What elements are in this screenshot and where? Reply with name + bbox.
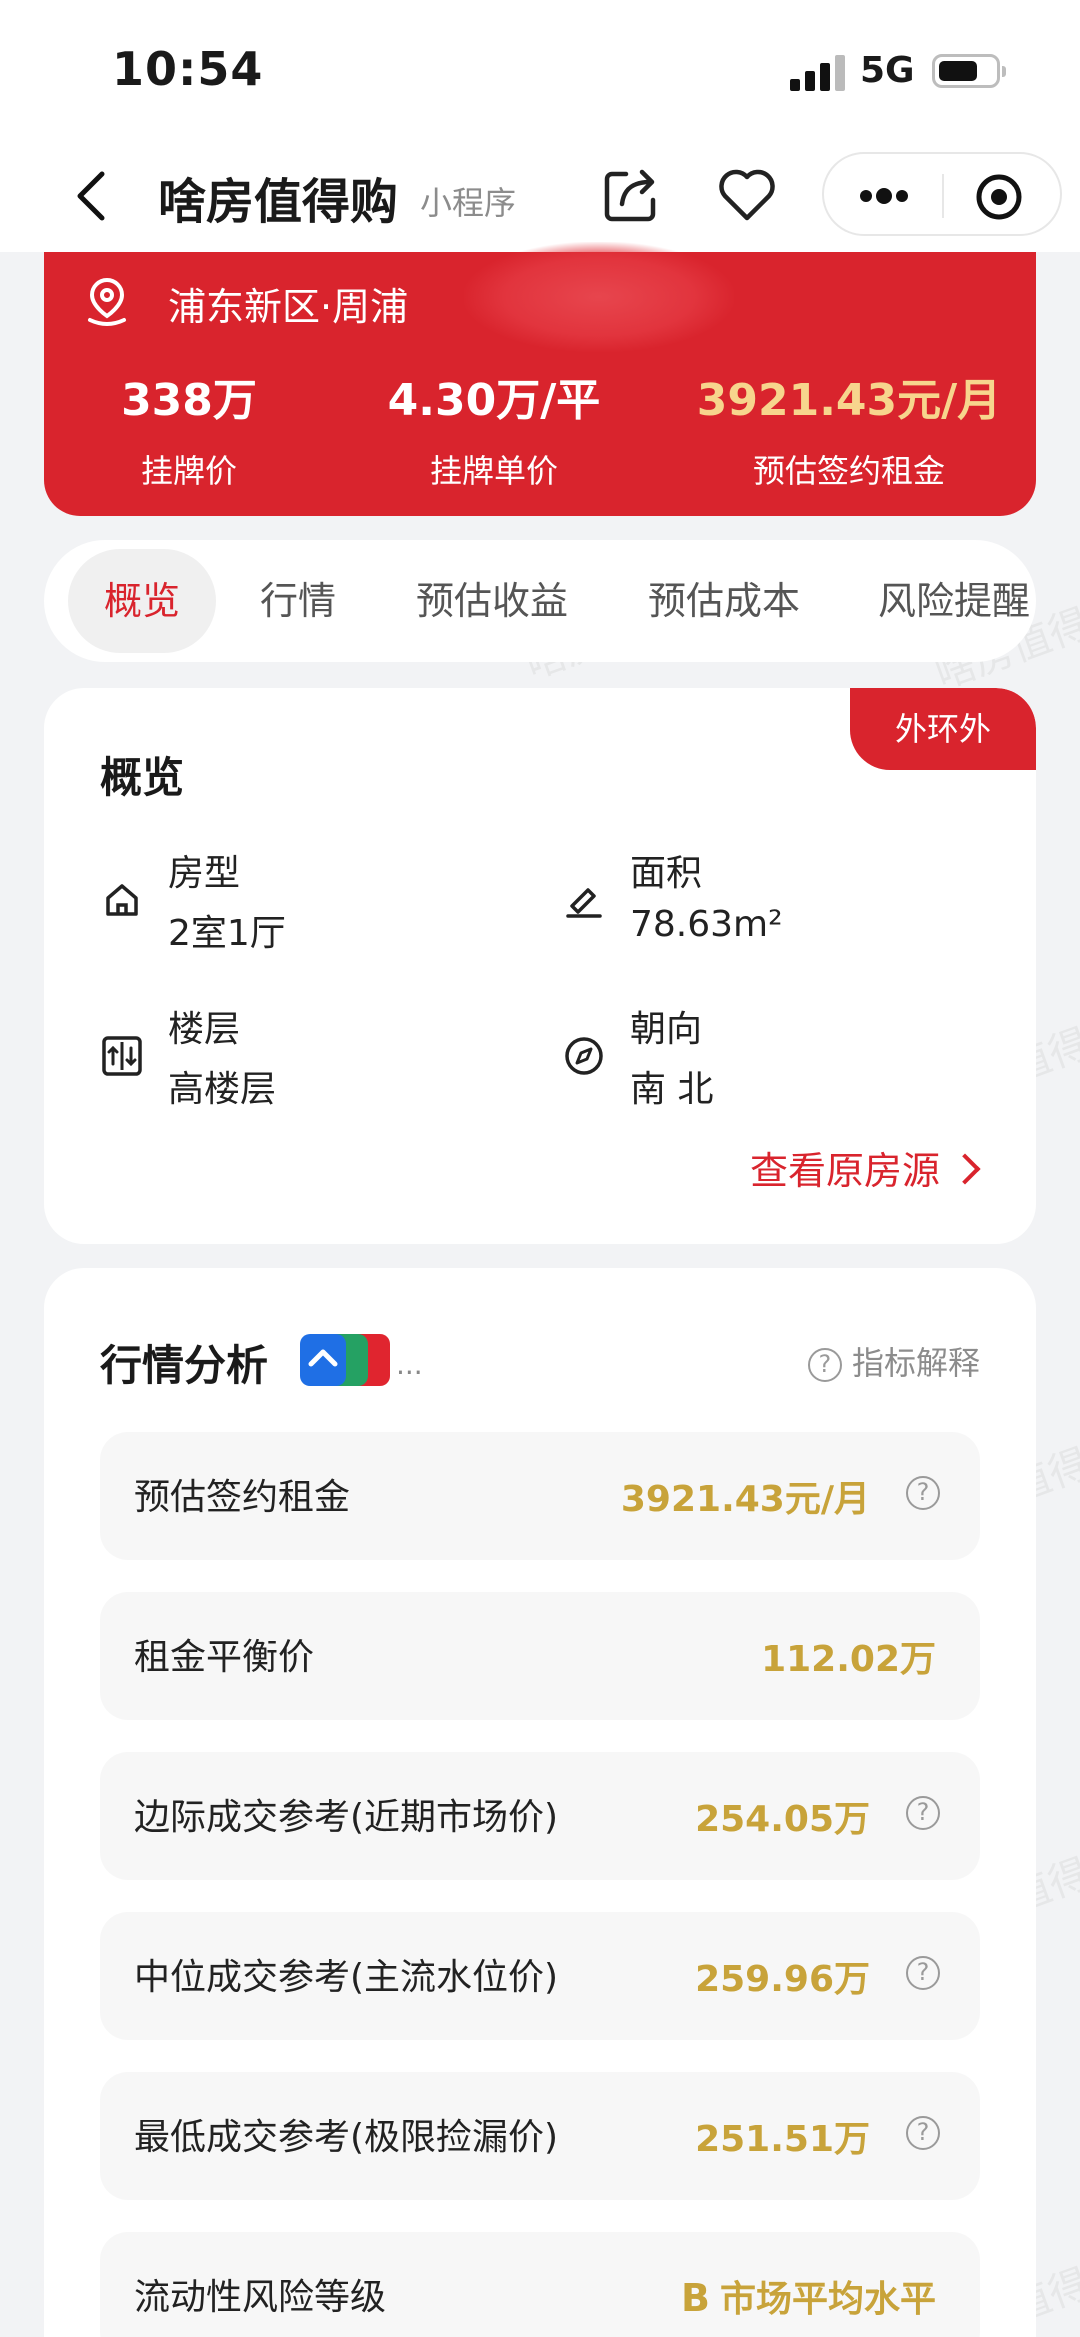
app-subtitle: 小程序 [420,184,517,222]
network-label: 5G [860,50,915,91]
unit-price-label: 挂牌单价 [429,452,558,490]
metric-label: 流动性风险等级 [134,2277,387,2318]
floor-value: 高楼层 [168,1069,277,1110]
help-icon[interactable]: ? [906,2116,940,2150]
floor-label: 楼层 [168,1009,241,1050]
metric-value: 254.05万 [695,1799,870,1840]
risk-grade-text: 市场平均水平 [719,2279,936,2320]
metric-value: 259.96万 [695,1959,870,2000]
overview-card: 外环外 概览 房型 2室1厅 面积 78.63m² 楼层 高楼层 朝向 南 北 … [44,688,1036,1244]
metric-value: B 市场平均水平 [681,2270,936,2322]
metric-value: 251.51万 [695,2119,870,2160]
unit-price-value: 4.30万/平 [387,375,601,426]
layout-label: 房型 [168,853,241,894]
compass-icon [565,1037,603,1075]
orientation-label: 朝向 [630,1009,703,1050]
estimated-rent: 3921.43元/月 预估签约租金 [684,364,1014,492]
metric-row-marginal-deal: 边际成交参考(近期市场价) 254.05万 ? [100,1752,980,1880]
market-title: 行情分析 [100,1341,269,1390]
help-icon[interactable]: ? [906,1796,940,1830]
tab-overview[interactable]: 概览 [68,549,217,653]
area-label: 面积 [630,853,703,894]
signal-icon [790,55,846,91]
redacted-address [464,242,734,352]
indicator-explanation-link[interactable]: ? 指标解释 [807,1338,980,1384]
area-value: 78.63m² [630,904,783,945]
listing-price: 338万 挂牌价 [84,364,294,492]
indicator-explanation-label: 指标解释 [851,1344,980,1382]
help-icon[interactable]: ? [906,1956,940,1990]
source-badges: ... [300,1334,423,1390]
metric-row-median-deal: 中位成交参考(主流水位价) 259.96万 ? [100,1912,980,2040]
tab-market[interactable]: 行情 [260,540,336,662]
favorite-icon[interactable] [716,164,778,226]
ring-road-badge: 外环外 [850,688,1036,770]
status-time: 10:54 [112,42,264,96]
section-tabs: 概览 行情 预估收益 预估成本 风险提醒 [44,540,1036,662]
metric-row-rent-balance-price: 租金平衡价 112.02万 [100,1592,980,1720]
listing-price-label: 挂牌价 [140,452,237,490]
metric-label: 中位成交参考(主流水位价) [134,1957,559,1998]
metric-row-liquidity-risk: 流动性风险等级 B 市场平均水平 [100,2232,980,2337]
estimated-rent-label: 预估签约租金 [752,452,945,490]
layout-info: 房型 2室1厅 [100,844,520,964]
floor-icon [102,1036,142,1076]
price-summary-card: 浦东新区·周浦 338万 挂牌价 4.30万/平 挂牌单价 3921.43元/月… [44,242,1036,516]
help-icon[interactable]: ? [906,1476,940,1510]
orientation-value: 南 北 [630,1069,714,1110]
unit-price: 4.30万/平 挂牌单价 [344,364,644,492]
ruler-icon [566,888,602,918]
estimated-rent-value: 3921.43元/月 [696,375,1002,426]
location-text: 浦东新区·周浦 [168,285,409,329]
area-info: 面积 78.63m² [562,844,982,964]
more-icon[interactable] [854,176,914,216]
market-analysis-card: 行情分析 ... ? 指标解释 预估签约租金 3921.43元/月 ? 租金平衡… [44,1268,1036,2337]
status-bar: 10:54 5G [0,0,1080,140]
metric-value: 112.02万 [761,1639,936,1680]
source-badge-blue-icon [300,1334,346,1386]
overview-title: 概览 [100,753,185,802]
tab-risk-alert[interactable]: 风险提醒 [878,540,1030,662]
metric-label: 租金平衡价 [134,1637,315,1678]
house-icon [106,884,138,916]
metric-label: 边际成交参考(近期市场价) [134,1797,559,1838]
tab-estimated-income[interactable]: 预估收益 [416,540,568,662]
metric-label: 最低成交参考(极限捡漏价) [134,2117,559,2158]
tab-estimated-cost[interactable]: 预估成本 [648,540,800,662]
orientation-info: 朝向 南 北 [562,1000,982,1120]
battery-icon [932,54,1006,88]
metric-value: 3921.43元/月 [620,1479,870,1520]
chevron-right-icon [949,1153,981,1185]
nav-bar: 啥房值得购 小程序 [0,140,1080,252]
metric-row-estimated-rent: 预估签约租金 3921.43元/月 ? [100,1432,980,1560]
location-icon [88,277,126,326]
back-icon[interactable] [70,168,114,224]
view-source-link[interactable]: 查看原房源 [749,1140,981,1195]
view-source-label: 查看原房源 [749,1149,940,1193]
app-title: 啥房值得购 [158,174,399,230]
layout-value: 2室1厅 [168,913,286,954]
share-icon[interactable] [600,164,662,226]
metric-row-lowest-deal: 最低成交参考(极限捡漏价) 251.51万 ? [100,2072,980,2200]
close-miniprogram-icon[interactable] [974,172,1024,222]
risk-grade: B [681,2276,710,2320]
badges-more: ... [396,1348,423,1381]
metric-label: 预估签约租金 [134,1477,351,1518]
listing-price-value: 338万 [121,375,257,426]
miniprogram-capsule [822,152,1062,236]
help-icon: ? [807,1348,842,1382]
floor-info: 楼层 高楼层 [100,1000,520,1120]
